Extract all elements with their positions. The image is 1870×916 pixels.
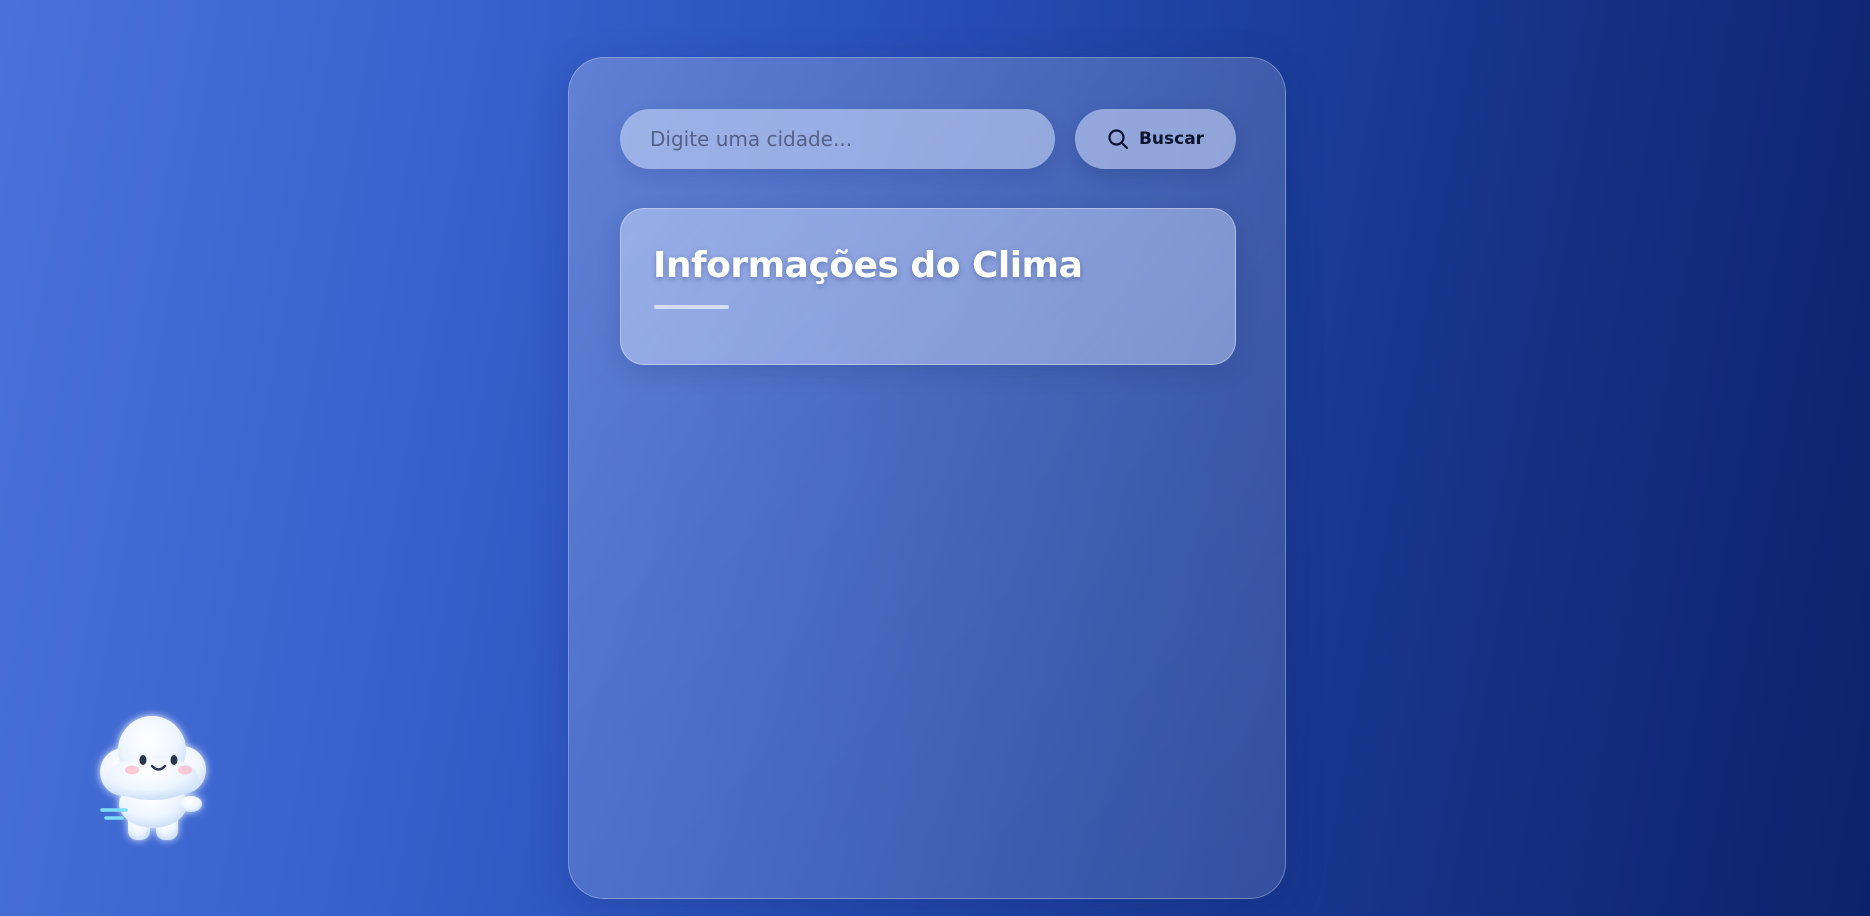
search-button[interactable]: Buscar (1075, 109, 1236, 169)
cloud-mascot-icon (86, 704, 220, 848)
city-search-input[interactable] (620, 109, 1055, 169)
weather-info-panel: Informações do Clima (620, 208, 1236, 365)
weather-info-title: Informações do Clima (653, 245, 1083, 286)
title-underline (654, 305, 729, 309)
weather-app-card: Buscar Informações do Clima (568, 57, 1286, 899)
search-icon (1107, 128, 1129, 150)
search-button-label: Buscar (1138, 129, 1205, 149)
